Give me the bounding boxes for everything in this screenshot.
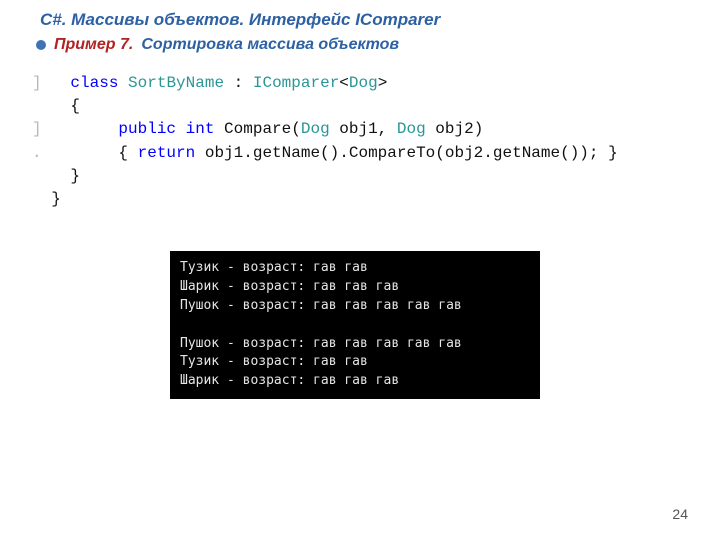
code-text: }	[32, 167, 80, 185]
code-text	[42, 120, 119, 138]
code-type: Dog	[349, 74, 378, 92]
code-text: }	[32, 190, 61, 208]
code-text: obj1,	[330, 120, 397, 138]
code-type: Dog	[301, 120, 330, 138]
code-type: Dog	[397, 120, 426, 138]
page-number: 24	[672, 506, 688, 522]
code-text: {	[32, 97, 80, 115]
code-text: <	[339, 74, 349, 92]
console-line: Шарик - возраст: гав гав гав	[180, 373, 399, 388]
console-line: Тузик - возраст: гав гав	[180, 260, 368, 275]
code-type: SortByName	[128, 74, 224, 92]
code-text: >	[378, 74, 388, 92]
code-keyword: class	[70, 74, 118, 92]
console-output: Тузик - возраст: гав гав Шарик - возраст…	[170, 251, 540, 399]
code-text: :	[224, 74, 253, 92]
code-keyword: return	[138, 144, 196, 162]
console-line: Пушок - возраст: гав гав гав гав гав	[180, 298, 462, 313]
gutter-mark: ]	[32, 120, 42, 138]
example-label: Пример 7.	[54, 36, 133, 54]
console-line: Пушок - возраст: гав гав гав гав гав	[180, 336, 462, 351]
code-text	[214, 120, 224, 138]
slide-title: С#. Массивы объектов. Интерфейс ICompare…	[40, 10, 690, 30]
code-text: Compare(	[224, 120, 301, 138]
code-text: obj1.getName().CompareTo(obj2.getName())…	[195, 144, 617, 162]
console-line: Шарик - возраст: гав гав гав	[180, 279, 399, 294]
code-text	[42, 144, 119, 162]
code-type: IComparer	[253, 74, 339, 92]
subtitle-row: Пример 7. Сортировка массива объектов	[36, 36, 690, 54]
console-line: Тузик - возраст: гав гав	[180, 354, 368, 369]
bullet-icon	[36, 40, 46, 50]
code-text: obj2)	[426, 120, 484, 138]
gutter-mark: ]	[32, 74, 42, 92]
code-text: {	[118, 144, 137, 162]
code-block: ] class SortByName : IComparer<Dog> { ] …	[32, 72, 690, 211]
gutter-mark: .	[32, 144, 42, 162]
code-keyword: public int	[118, 120, 214, 138]
example-title: Сортировка массива объектов	[141, 36, 399, 54]
